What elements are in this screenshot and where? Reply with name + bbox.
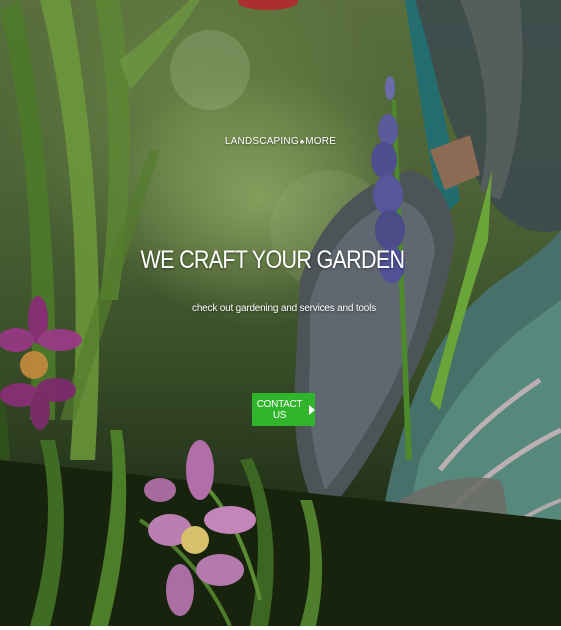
page-bottom-edge [0, 626, 561, 630]
tagline-right-text: MORE [305, 136, 337, 147]
contact-us-label: CONTACT US [256, 398, 303, 421]
hero-subline: check out gardening and services and too… [192, 303, 376, 314]
hero-tagline: LANDSCAPING♠MORE [0, 136, 561, 147]
tagline-left-text: LANDSCAPING [224, 136, 299, 147]
hero-headline: WE CRAFT YOUR GARDEN [140, 246, 405, 274]
hero-section: LANDSCAPING♠MORE WE CRAFT YOUR GARDEN ch… [0, 0, 561, 626]
contact-us-button[interactable]: CONTACT US [252, 393, 315, 426]
play-arrow-icon [309, 404, 315, 415]
leaf-icon: ♠ [299, 137, 305, 146]
